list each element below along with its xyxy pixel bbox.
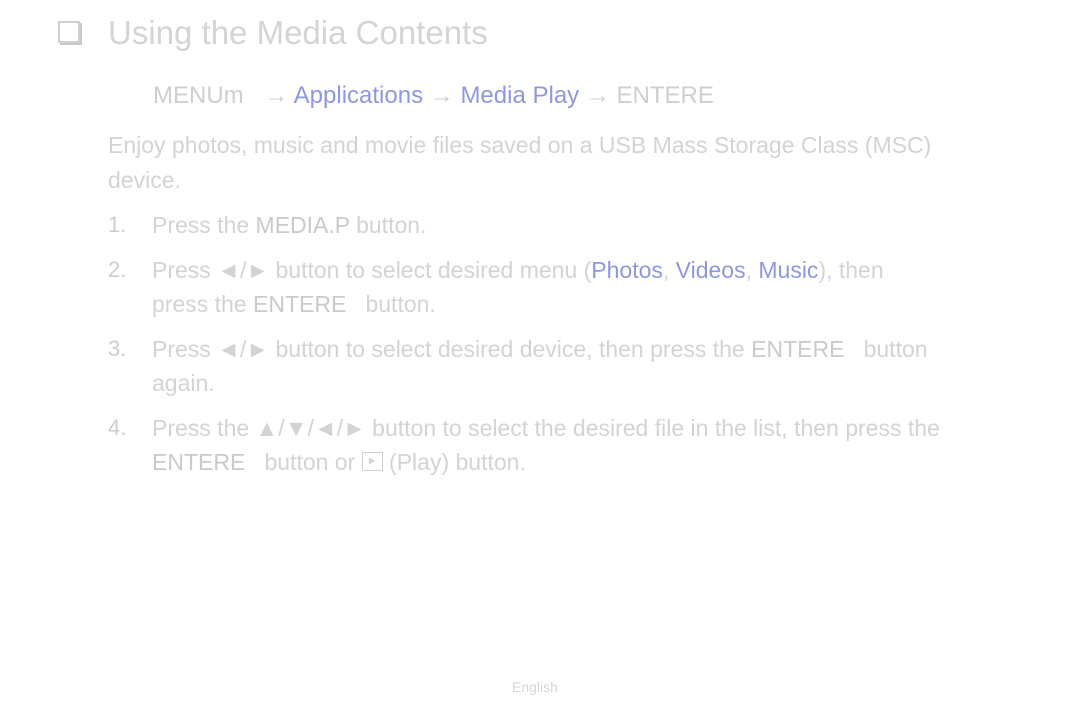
enter-label: ENTERE: [152, 449, 246, 475]
music-link[interactable]: Music: [758, 257, 818, 283]
separator: ,: [745, 257, 759, 283]
arrow: →: [429, 82, 454, 109]
step-text: button: [844, 336, 928, 362]
videos-link[interactable]: Videos: [676, 257, 746, 283]
enter-label: ENTERE: [616, 82, 714, 109]
intro-line-1: Enjoy photos, music and movie files save…: [108, 132, 932, 158]
step-number: 1.: [108, 212, 127, 237]
step-number: 3.: [108, 336, 127, 361]
enter-label: ENTERE: [253, 291, 347, 317]
step-4: Press the ▲/▼/◄/► button to select the d…: [152, 415, 940, 441]
menu-path: MENUm → Applications → Media Play → ENTE…: [153, 82, 714, 110]
step-number: 2.: [108, 257, 127, 282]
step-4-line-2: ENTERE button or ► (Play) button.: [152, 449, 526, 476]
arrow: →: [264, 82, 289, 109]
step-text: ), then: [818, 257, 884, 283]
separator: ,: [662, 257, 676, 283]
media-play-link[interactable]: Media Play: [460, 82, 579, 109]
menu-label: MENUm: [153, 82, 244, 109]
play-icon: ►: [361, 452, 383, 472]
step-3: Press ◄/► button to select desired devic…: [152, 336, 928, 363]
photos-link[interactable]: Photos: [591, 257, 663, 283]
step-text: button or: [245, 449, 362, 475]
page-title: Using the Media Contents: [58, 14, 488, 52]
step-text: button.: [346, 291, 436, 317]
page-title-text: Using the Media Contents: [108, 14, 488, 51]
enter-label: ENTERE: [751, 336, 845, 362]
step-2-line-2: press the ENTERE button.: [152, 291, 436, 318]
step-2: Press ◄/► button to select desired menu …: [152, 257, 884, 284]
applications-link[interactable]: Applications: [294, 82, 423, 109]
step-number: 4.: [108, 415, 127, 440]
arrow: →: [585, 82, 610, 109]
step-1: Press the MEDIA.P button.: [152, 212, 426, 239]
media-p-label: MEDIA.P: [255, 212, 350, 238]
footer-language: English: [512, 679, 558, 695]
step-text: press the: [152, 291, 253, 317]
step-3-line-2: again.: [152, 370, 215, 396]
checkbox-square-icon: [58, 21, 80, 44]
step-text: Press ◄/► button to select desired menu …: [152, 257, 592, 283]
step-text: Press ◄/► button to select desired devic…: [152, 336, 752, 362]
intro-line-2: device.: [108, 167, 181, 193]
step-text: Press the: [152, 212, 256, 238]
step-text: button.: [349, 212, 427, 238]
step-text: (Play) button.: [382, 449, 526, 475]
